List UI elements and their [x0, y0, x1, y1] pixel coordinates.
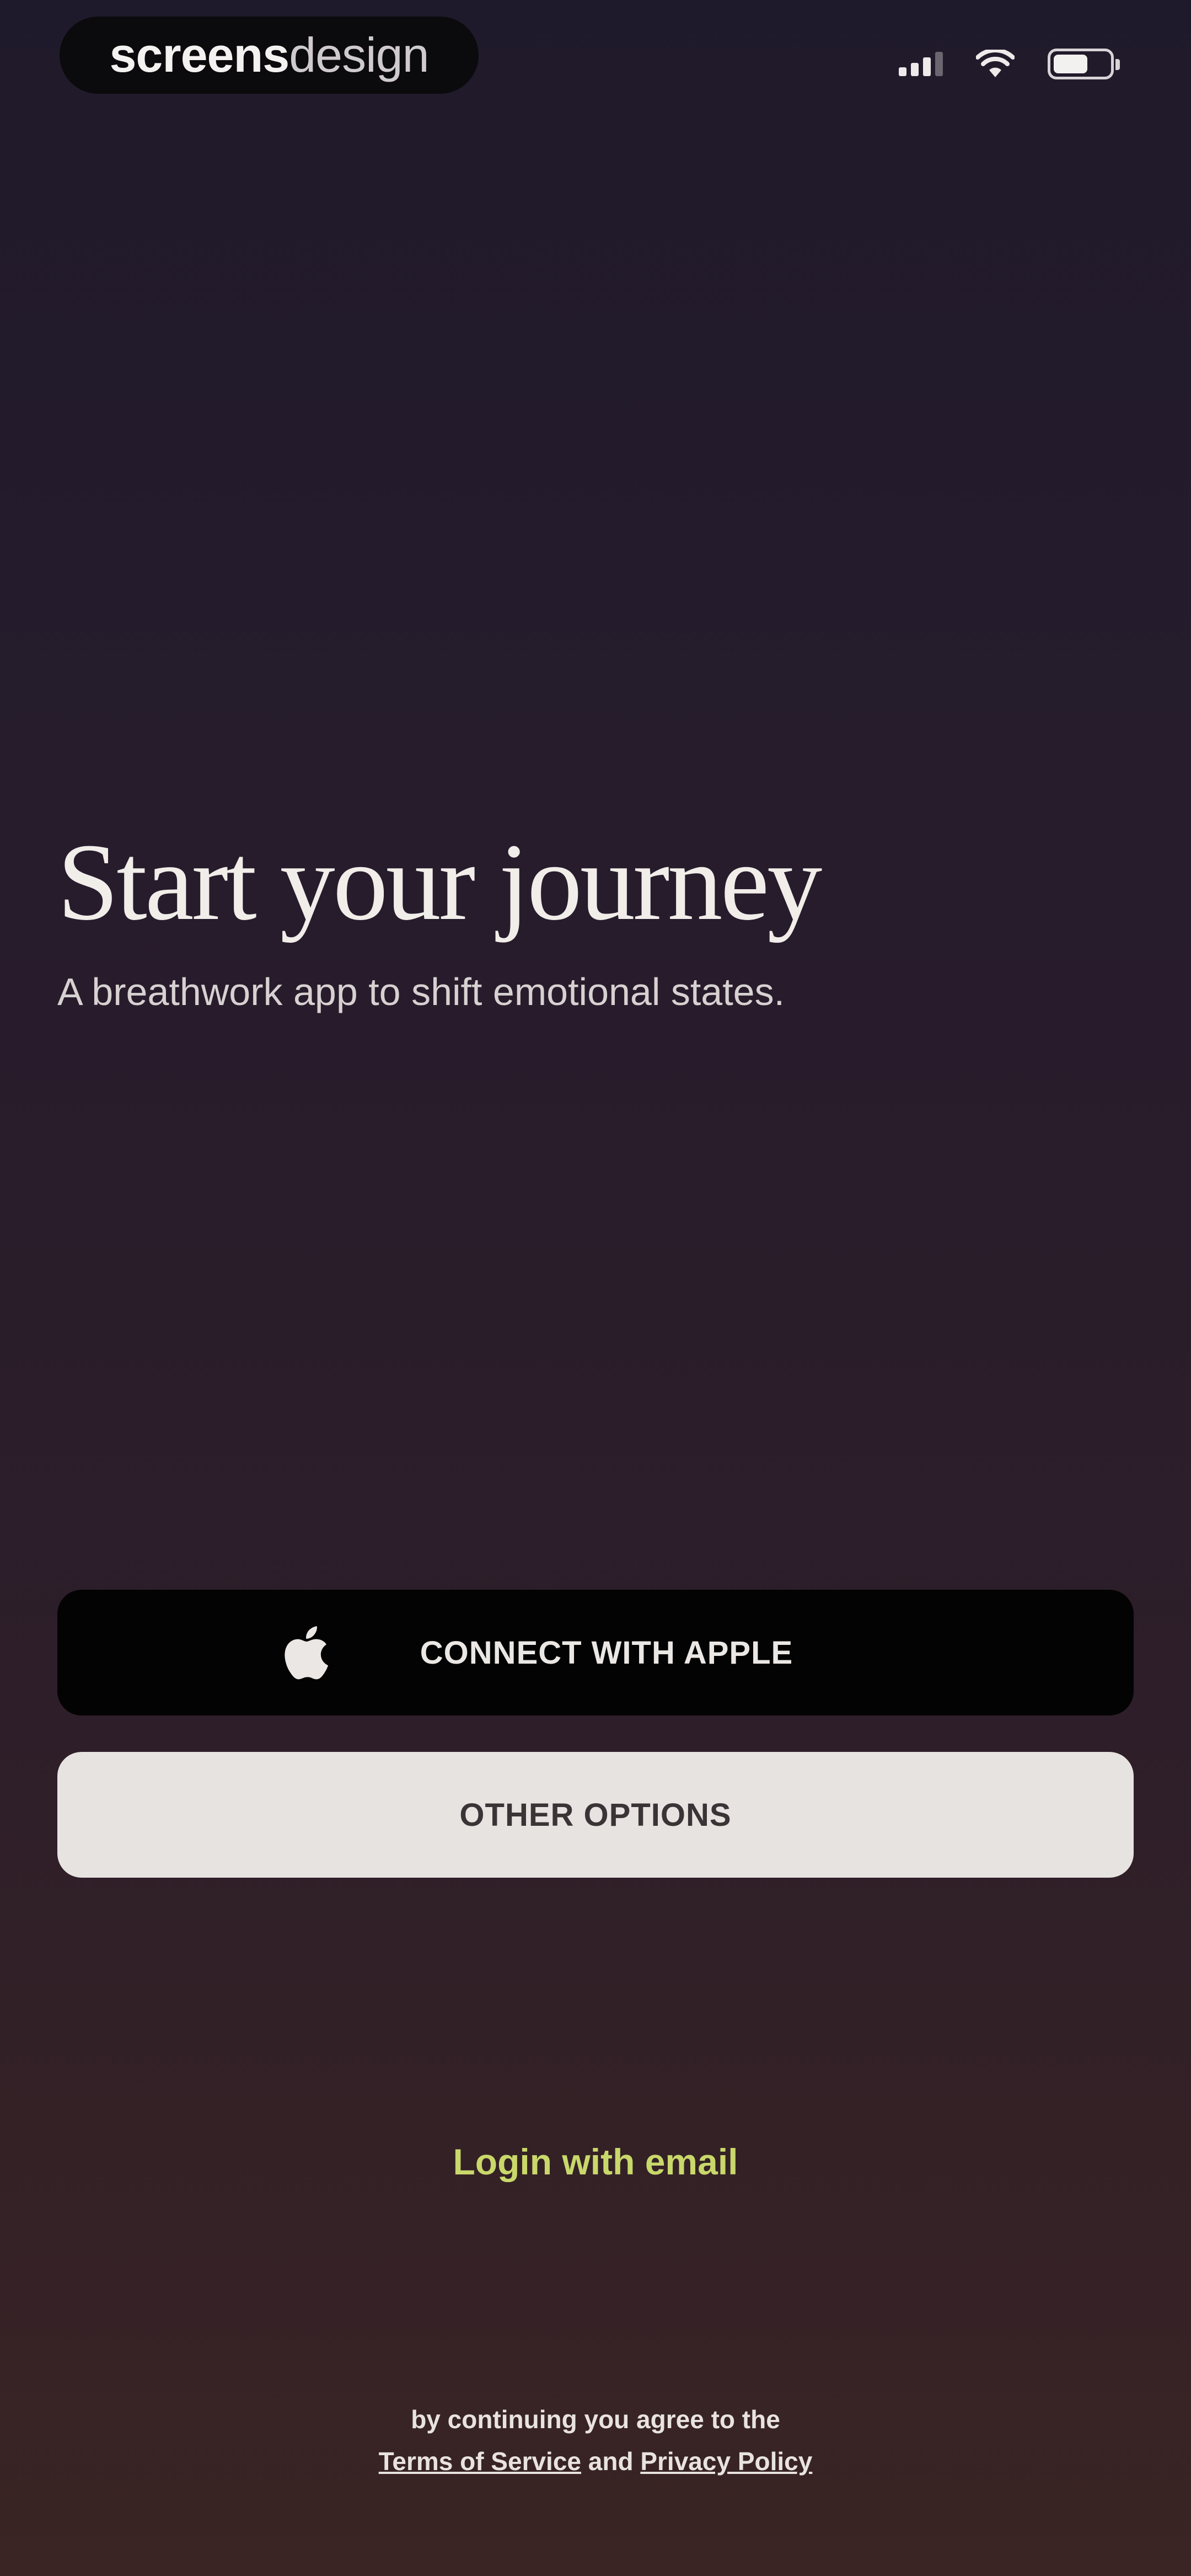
screensdesign-watermark: screens design	[60, 17, 479, 94]
status-bar	[899, 49, 1120, 79]
login-with-email-link[interactable]: Login with email	[0, 2140, 1191, 2183]
legal-prefix: by continuing you agree to the	[411, 2405, 780, 2434]
wifi-icon	[976, 50, 1015, 78]
other-options-button[interactable]: OTHER OPTIONS	[57, 1752, 1134, 1878]
watermark-light: design	[289, 28, 429, 82]
page-subtitle: A breathwork app to shift emotional stat…	[57, 970, 785, 1013]
terms-of-service-link[interactable]: Terms of Service	[379, 2447, 581, 2476]
legal-links: Terms of Service and Privacy Policy	[0, 2440, 1191, 2482]
battery-fill	[1054, 55, 1087, 73]
legal-notice: by continuing you agree to the Terms of …	[0, 2398, 1191, 2482]
privacy-policy-link[interactable]: Privacy Policy	[640, 2447, 812, 2476]
signal-icon	[899, 52, 943, 76]
page-title: Start your journey	[57, 821, 822, 943]
connect-with-apple-button[interactable]: CONNECT WITH APPLE	[57, 1590, 1134, 1715]
legal-and: and	[581, 2447, 641, 2476]
other-options-label: OTHER OPTIONS	[459, 1797, 732, 1833]
watermark-strong: screens	[109, 28, 289, 82]
battery-icon	[1048, 49, 1120, 79]
connect-with-apple-label: CONNECT WITH APPLE	[420, 1634, 793, 1671]
apple-icon	[285, 1626, 329, 1680]
onboarding-screen: screens design Start your journey A breat…	[0, 0, 1191, 2576]
